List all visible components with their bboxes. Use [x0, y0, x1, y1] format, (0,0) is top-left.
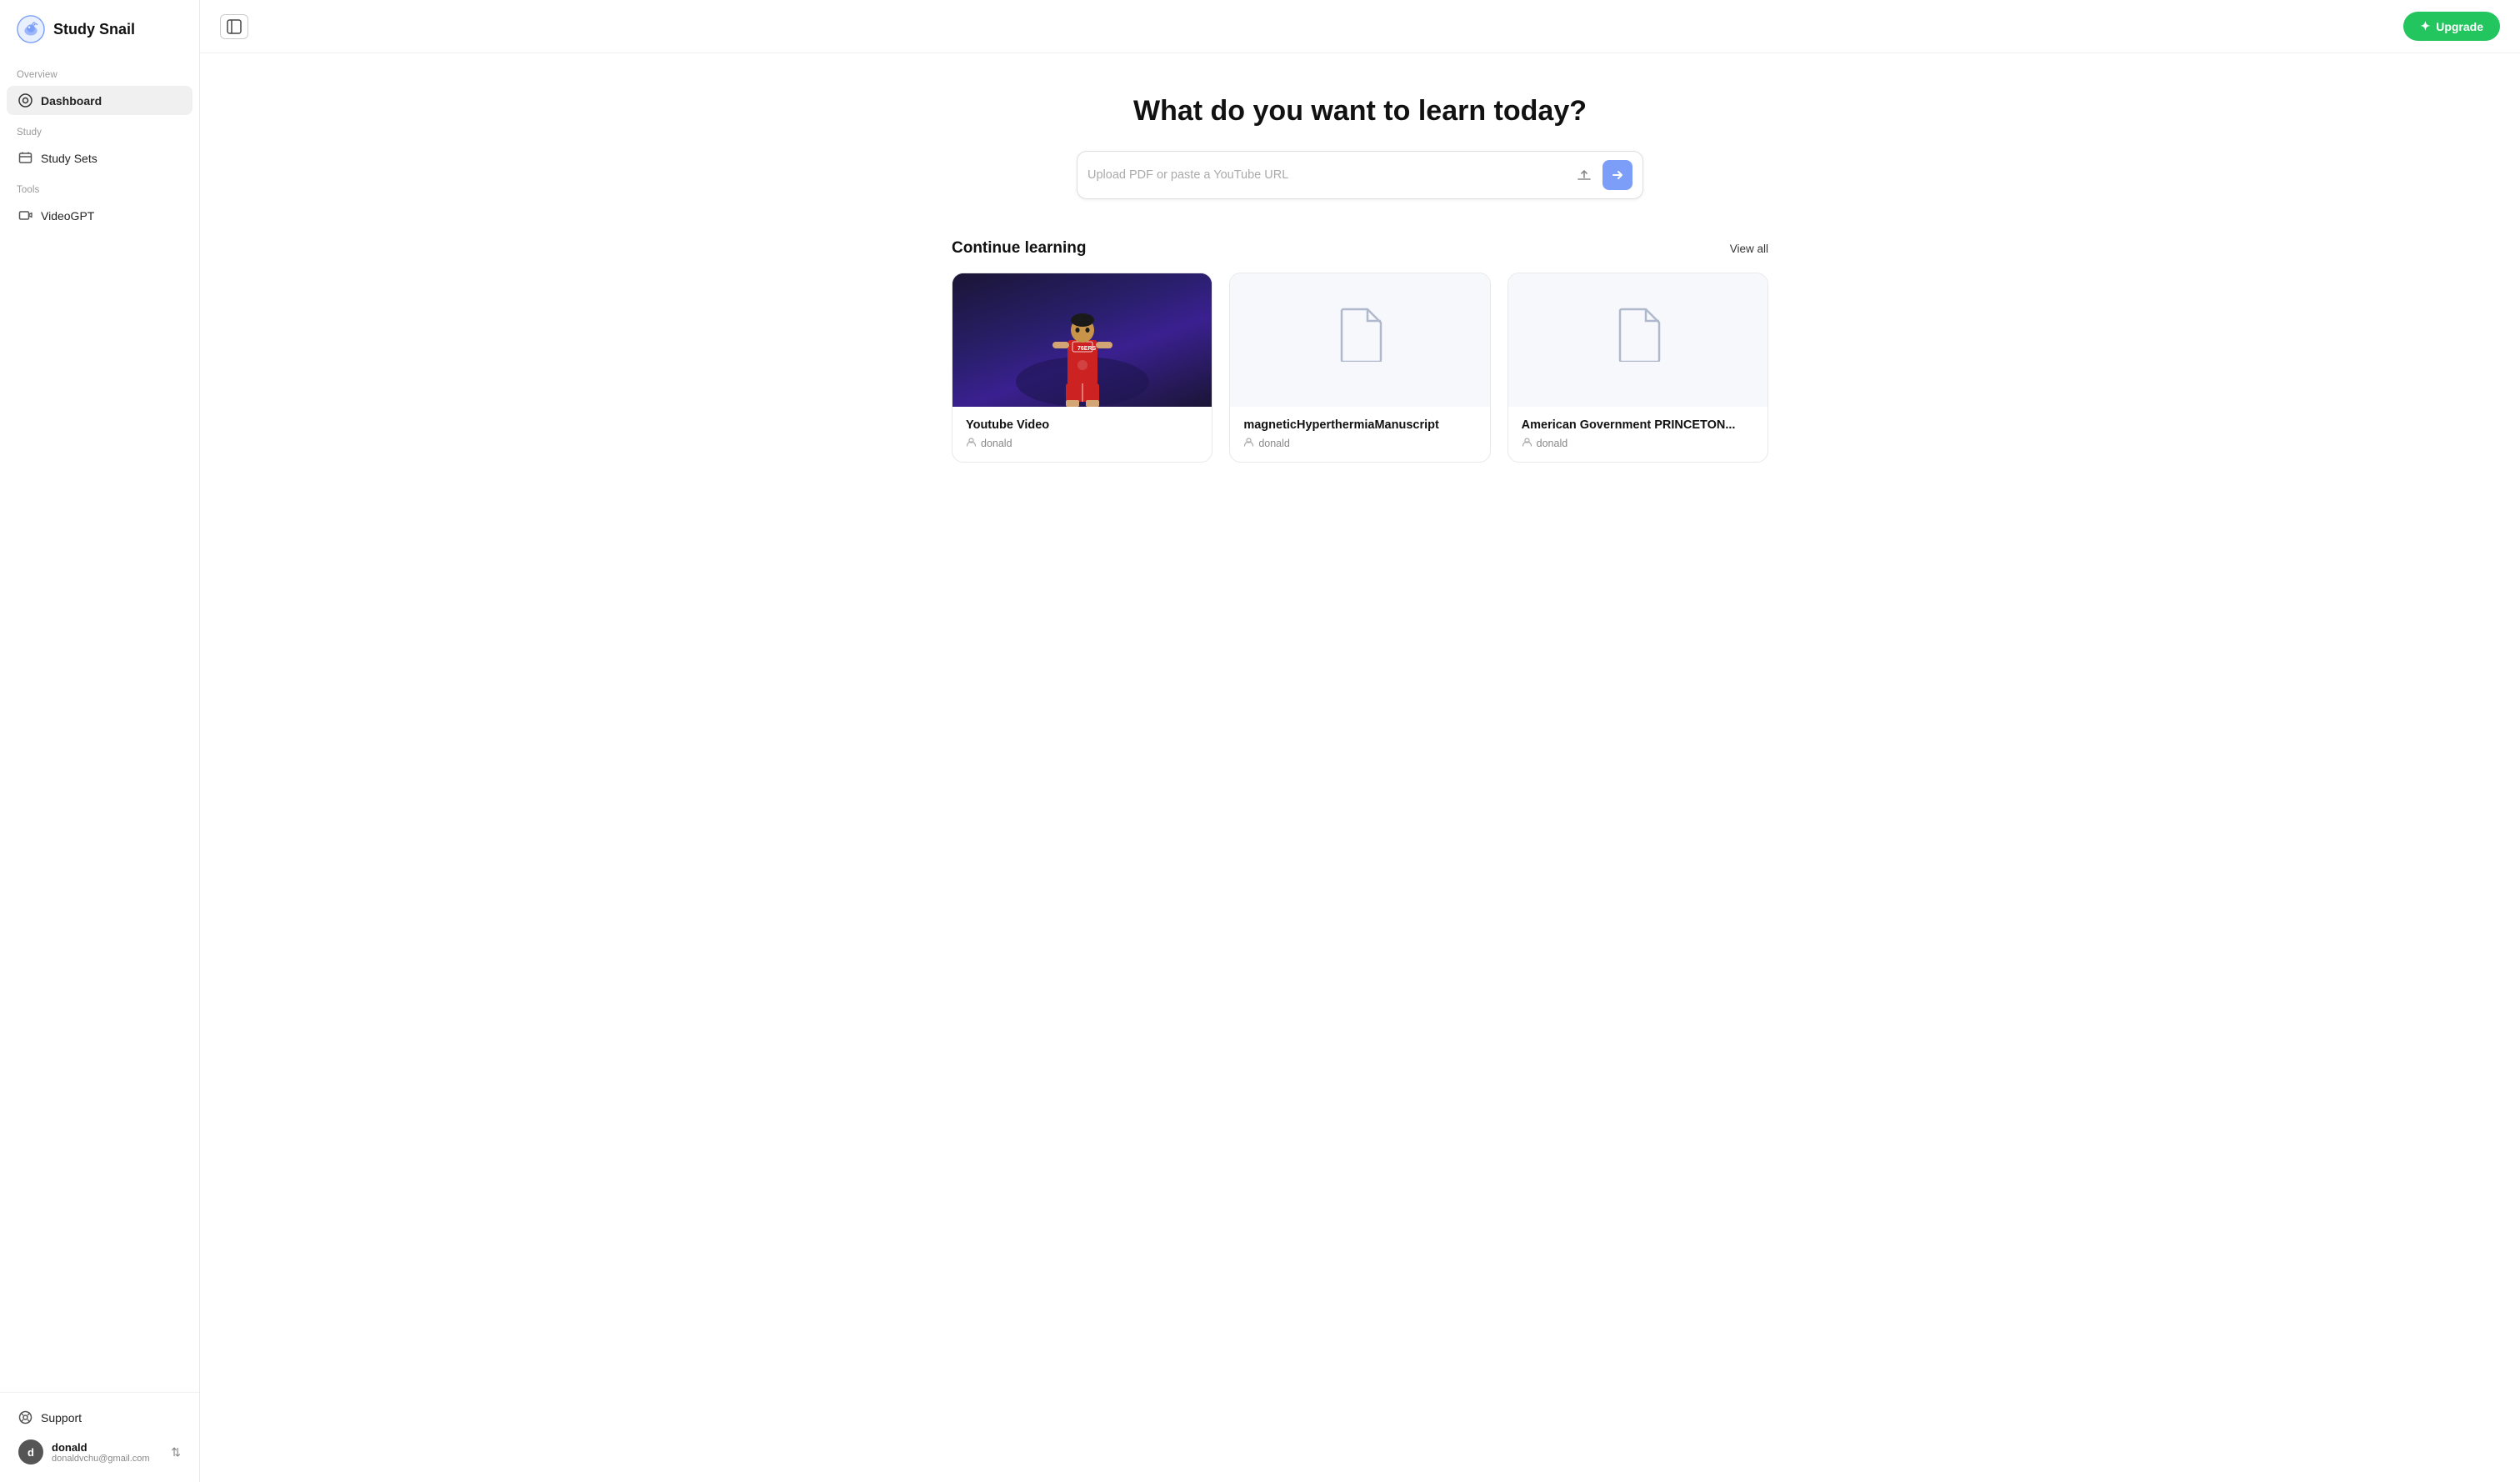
card-3-author: donald [1522, 437, 1754, 450]
dashboard-icon [18, 93, 32, 108]
upgrade-label: Upgrade [2436, 20, 2483, 33]
app-name: Study Snail [53, 21, 135, 38]
card-1-title: Youtube Video [966, 418, 1198, 432]
search-bar [1077, 151, 1643, 199]
card-2-body: magneticHyperthermiaManuscript donald [1230, 407, 1489, 462]
card-1-author: donald [966, 437, 1198, 450]
dashboard-label: Dashboard [41, 94, 102, 108]
card-1-thumbnail: 76ERS [952, 273, 1212, 407]
card-2-author-name: donald [1258, 438, 1290, 449]
author-icon-2 [1243, 437, 1254, 450]
avatar: d [18, 1439, 43, 1464]
document-icon-2 [1337, 308, 1382, 373]
sidebar-bottom: Support d donald donaldvchu@gmail.com ⇅ [0, 1392, 199, 1482]
user-email: donaldvchu@gmail.com [52, 1454, 162, 1464]
page-content: What do you want to learn today? Continu… [200, 53, 2520, 1482]
support-item[interactable]: Support [7, 1403, 192, 1432]
sidebar-item-videogpt[interactable]: VideoGPT [7, 201, 192, 230]
user-name: donald [52, 1441, 162, 1454]
upgrade-sparkle-icon: ✦ [2420, 19, 2430, 33]
sidebar: Study Snail Overview Dashboard Study Stu… [0, 0, 200, 1482]
overview-section-label: Overview [0, 58, 199, 85]
card-3-body: American Government PRINCETON... donald [1508, 407, 1768, 462]
user-info: donald donaldvchu@gmail.com [52, 1441, 162, 1464]
card-2-thumbnail [1230, 273, 1489, 407]
section-header: Continue learning View all [952, 239, 1768, 258]
card-1[interactable]: 76ERS [952, 273, 1212, 463]
upgrade-button[interactable]: ✦ Upgrade [2403, 12, 2500, 41]
topbar-left [220, 14, 248, 39]
topbar: ✦ Upgrade [200, 0, 2520, 53]
videogpt-label: VideoGPT [41, 209, 94, 223]
card-2-title: magneticHyperthermiaManuscript [1243, 418, 1476, 432]
author-icon-1 [966, 437, 977, 450]
user-row[interactable]: d donald donaldvchu@gmail.com ⇅ [7, 1432, 192, 1472]
document-icon-3 [1615, 308, 1661, 373]
card-1-author-name: donald [981, 438, 1012, 449]
study-sets-label: Study Sets [41, 152, 98, 165]
videogpt-icon [18, 208, 32, 223]
search-go-button[interactable] [1602, 160, 1632, 190]
app-logo: Study Snail [0, 0, 199, 58]
panel-toggle-button[interactable] [220, 14, 248, 39]
sidebar-item-study-sets[interactable]: Study Sets [7, 143, 192, 173]
hero-title: What do you want to learn today? [1133, 95, 1587, 128]
section-title: Continue learning [952, 239, 1087, 258]
card-3-title: American Government PRINCETON... [1522, 418, 1754, 432]
card-3[interactable]: American Government PRINCETON... donald [1508, 273, 1768, 463]
card-1-body: Youtube Video donald [952, 407, 1212, 462]
logo-icon [17, 15, 45, 43]
support-label: Support [41, 1411, 82, 1424]
study-sets-icon [18, 151, 32, 165]
study-section-label: Study [0, 116, 199, 143]
basketball-player-bg: 76ERS [952, 273, 1212, 407]
tools-section-label: Tools [0, 173, 199, 200]
player-svg: 76ERS [999, 273, 1166, 407]
support-icon [18, 1410, 32, 1424]
card-2-author: donald [1243, 437, 1476, 450]
cards-grid: 76ERS [952, 273, 1768, 463]
author-icon-3 [1522, 437, 1532, 450]
card-2[interactable]: magneticHyperthermiaManuscript donald [1229, 273, 1490, 463]
sidebar-item-dashboard[interactable]: Dashboard [7, 86, 192, 115]
search-input[interactable] [1088, 168, 1566, 182]
svg-text:76ERS: 76ERS [1078, 346, 1097, 352]
user-chevron-icon: ⇅ [171, 1445, 181, 1459]
card-3-thumbnail [1508, 273, 1768, 407]
main-content: ✦ Upgrade What do you want to learn toda… [200, 0, 2520, 1482]
upload-button[interactable] [1572, 165, 1596, 185]
view-all-link[interactable]: View all [1730, 243, 1768, 255]
card-3-author-name: donald [1537, 438, 1568, 449]
